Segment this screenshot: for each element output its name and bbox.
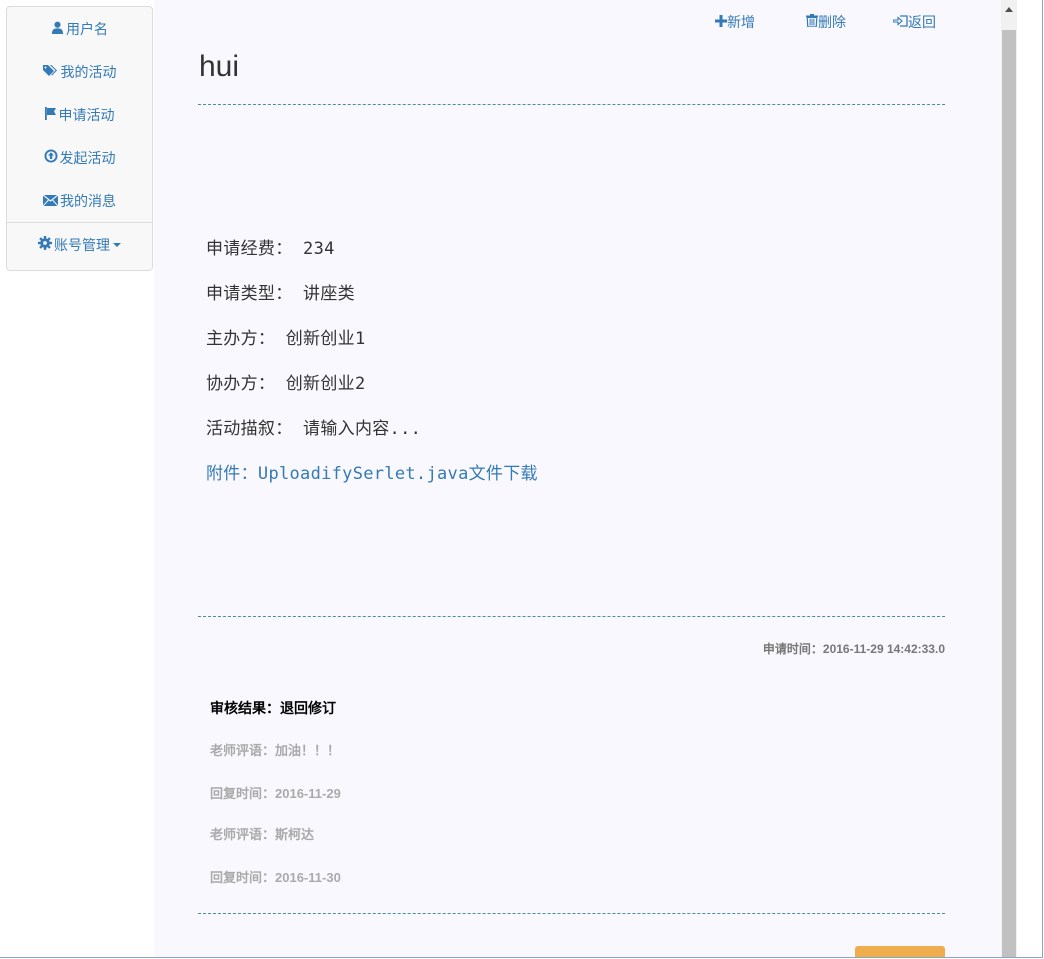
scroll-up-arrow-icon[interactable] — [1005, 7, 1013, 12]
reply-time-value: 2016-11-29 — [275, 786, 341, 801]
reply-time: 回复时间：2016-11-29 — [210, 783, 341, 802]
log-in-icon — [892, 14, 908, 30]
sidebar-item-label: 申请活动 — [58, 106, 115, 123]
sidebar-item-username[interactable]: 用户名 — [7, 7, 152, 50]
tags-icon — [42, 51, 59, 94]
teacher-comment-text: 斯柯达 — [275, 827, 315, 842]
attachment-download-link[interactable]: 附件：UploadifySerlet.java文件下载 — [206, 459, 538, 484]
attachment-download-text: 文件下载 — [468, 464, 538, 484]
type-label: 申请类型： — [206, 284, 293, 304]
sidebar-nav: 用户名 我的活动 申请活动 发起活动 我的消息 账号管理 — [6, 6, 153, 271]
add-button[interactable]: 新增 — [715, 12, 755, 32]
type-row: 申请类型： 讲座类 — [206, 279, 355, 304]
apply-time: 申请时间：2016-11-29 14:42:33.0 — [763, 640, 945, 657]
envelope-icon — [42, 180, 59, 223]
delete-button[interactable]: 删除 — [806, 12, 846, 32]
user-icon — [51, 8, 64, 51]
sidebar-item-my-activities[interactable]: 我的活动 — [7, 50, 152, 93]
sidebar-item-label: 我的消息 — [60, 192, 116, 209]
activity-detail-panel: 新增 删除 返回 hui 申请经费： 234 申请类型： 讲座类 主办方： 创新… — [154, 0, 1001, 957]
review-divider — [198, 913, 945, 914]
add-button-label: 新增 — [727, 14, 755, 30]
browser-viewport: 用户名 我的活动 申请活动 发起活动 我的消息 账号管理 新增 删除 返回 hu… — [0, 0, 1043, 958]
teacher-comment-label: 老师评语： — [210, 827, 276, 842]
account-management-label: 账号管理 — [54, 236, 110, 253]
review-result-label: 审核结果： — [210, 700, 280, 716]
action-button[interactable] — [855, 946, 945, 957]
trash-icon — [806, 14, 818, 30]
chevron-down-icon — [113, 243, 121, 248]
apply-time-label: 申请时间： — [762, 642, 823, 656]
attachment-label: 附件： — [206, 464, 258, 484]
review-result-value: 退回修订 — [280, 700, 336, 716]
sidebar-item-launch-activity[interactable]: 发起活动 — [7, 136, 152, 179]
cohost-value: 创新创业2 — [285, 374, 366, 394]
host-label: 主办方： — [206, 329, 276, 349]
reply-time-label: 回复时间： — [210, 870, 276, 885]
details-divider — [198, 616, 945, 617]
fee-row: 申请经费： 234 — [206, 234, 335, 259]
gear-icon — [38, 224, 52, 267]
host-value: 创新创业1 — [285, 329, 366, 349]
reply-time-label: 回复时间： — [210, 786, 276, 801]
type-value: 讲座类 — [303, 284, 355, 304]
teacher-comment: 老师评语：斯柯达 — [210, 824, 314, 843]
fee-label: 申请经费： — [206, 239, 293, 259]
reply-time: 回复时间：2016-11-30 — [210, 867, 341, 886]
sidebar-item-label: 我的活动 — [60, 63, 117, 80]
teacher-comment: 老师评语：加油！！！ — [210, 740, 340, 759]
flag-icon — [44, 94, 57, 137]
page-title: hui — [199, 50, 240, 83]
account-management-dropdown[interactable]: 账号管理 — [7, 223, 152, 266]
host-row: 主办方： 创新创业1 — [206, 324, 366, 349]
upload-circle-icon — [44, 137, 58, 180]
back-button-label: 返回 — [908, 14, 936, 30]
apply-time-value: 2016-11-29 14:42:33.0 — [822, 642, 945, 656]
delete-button-label: 删除 — [818, 14, 846, 30]
description-row: 活动描叙： 请输入内容... — [206, 414, 421, 439]
plus-icon — [715, 14, 727, 30]
description-label: 活动描叙： — [206, 419, 293, 439]
sidebar-item-label: 发起活动 — [59, 149, 116, 166]
cohost-row: 协办方： 创新创业2 — [206, 369, 366, 394]
sidebar-item-label: 用户名 — [66, 20, 108, 37]
review-result: 审核结果：退回修订 — [210, 698, 336, 718]
sidebar-item-my-messages[interactable]: 我的消息 — [7, 179, 152, 222]
sidebar-item-apply-activity[interactable]: 申请活动 — [7, 93, 152, 136]
vertical-scrollbar[interactable] — [1001, 0, 1017, 957]
description-value: 请输入内容... — [303, 419, 422, 439]
scrollbar-thumb[interactable] — [1002, 30, 1016, 957]
teacher-comment-label: 老师评语： — [210, 743, 276, 758]
fee-value: 234 — [303, 239, 335, 259]
reply-time-value: 2016-11-30 — [275, 870, 341, 885]
back-button[interactable]: 返回 — [892, 12, 936, 32]
attachment-filename: UploadifySerlet.java — [257, 464, 469, 484]
cohost-label: 协办方： — [206, 374, 276, 394]
title-divider — [198, 104, 945, 105]
teacher-comment-text: 加油！！！ — [275, 743, 341, 758]
